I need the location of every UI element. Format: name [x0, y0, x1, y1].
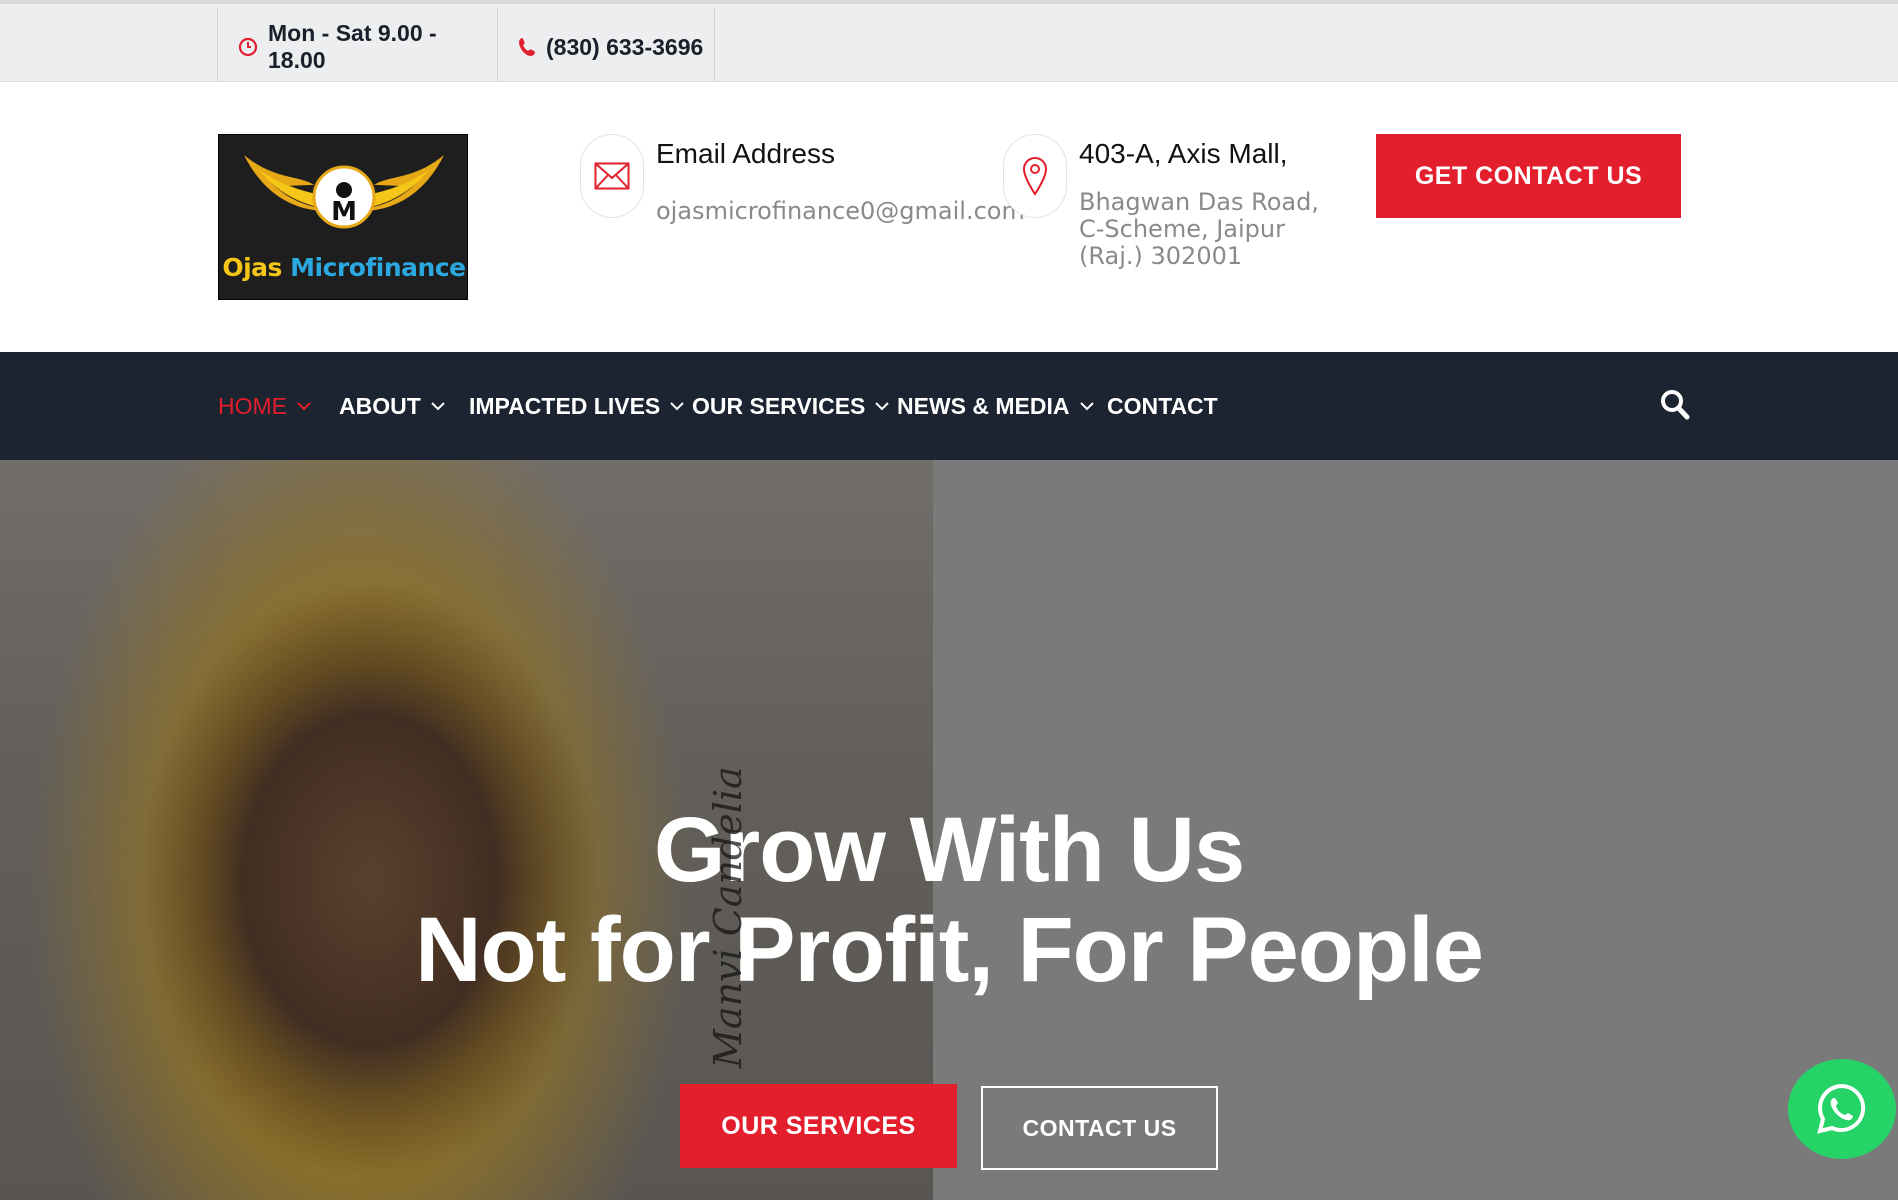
phone-icon	[519, 38, 535, 56]
whatsapp-icon	[1817, 1083, 1866, 1134]
get-contact-button[interactable]: GET CONTACT US	[1376, 134, 1681, 218]
main-nav: HOME ABOUT IMPACTED LIVES OUR SERVICES N…	[0, 352, 1898, 460]
logo-word-microfinance: Microfinance	[290, 253, 466, 282]
address-line-2: C-Scheme, Jaipur	[1079, 215, 1285, 243]
site-logo[interactable]: M Ojas Microfinance	[218, 134, 468, 300]
nav-item-label: HOME	[218, 392, 287, 419]
logo-word-ojas: Ojas	[222, 253, 282, 282]
contact-us-button[interactable]: CONTACT US	[981, 1086, 1218, 1170]
hero-heading-line-2: Not for Profit, For People	[415, 899, 1484, 1001]
logo-wordmark: Ojas Microfinance	[219, 253, 469, 282]
wings-logo-graphic: M	[244, 155, 444, 229]
chevron-down-icon	[297, 401, 311, 410]
phone-number[interactable]: (830) 633-3696	[497, 8, 715, 86]
our-services-button[interactable]: OUR SERVICES	[680, 1084, 957, 1168]
chevron-down-icon	[670, 401, 684, 410]
business-hours: Mon - Sat 9.00 - 18.00	[217, 8, 498, 86]
chevron-down-icon	[875, 401, 890, 410]
chevron-down-icon	[1079, 401, 1094, 410]
nav-item-home[interactable]: HOME	[218, 352, 311, 460]
nav-item-label: ABOUT	[339, 392, 421, 419]
email-title: Email Address	[656, 138, 835, 169]
nav-item-label: IMPACTED LIVES	[469, 392, 661, 419]
email-address[interactable]: ojasmicrofinance0@gmail.com	[656, 198, 1025, 225]
photographer-signature: Manvi Candelia	[706, 766, 750, 1068]
hours-text: Mon - Sat 9.00 - 18.00	[268, 20, 437, 73]
clock-icon	[238, 37, 258, 57]
address-line-3: (Raj.) 302001	[1079, 242, 1243, 270]
map-pin-icon-badge	[1003, 134, 1067, 218]
nav-item-label: OUR SERVICES	[692, 392, 866, 419]
hero-banner: Grow With Us Not for Profit, For People …	[0, 460, 1898, 1200]
chevron-down-icon	[431, 401, 445, 410]
nav-item-label: CONTACT	[1107, 392, 1218, 419]
map-pin-icon	[1022, 157, 1048, 196]
nav-item-our-services[interactable]: OUR SERVICES	[692, 352, 890, 460]
nav-item-impacted-lives[interactable]: IMPACTED LIVES	[469, 352, 684, 460]
top-bar: Mon - Sat 9.00 - 18.00 (830) 633-3696	[0, 0, 1898, 86]
nav-item-news-media[interactable]: NEWS & MEDIA	[897, 352, 1094, 460]
nav-item-about[interactable]: ABOUT	[339, 352, 445, 460]
nav-item-contact[interactable]: CONTACT	[1107, 352, 1218, 460]
logo-monogram: M	[331, 197, 357, 227]
envelope-icon-badge	[580, 134, 644, 218]
address-line-1: Bhagwan Das Road,	[1079, 188, 1319, 216]
whatsapp-button[interactable]	[1788, 1059, 1896, 1159]
nav-item-label: NEWS & MEDIA	[897, 392, 1070, 419]
hero-heading-line-1: Grow With Us	[653, 799, 1245, 901]
search-icon[interactable]	[1660, 388, 1690, 422]
envelope-icon	[594, 162, 630, 190]
address-title: 403-A, Axis Mall,	[1079, 138, 1288, 169]
phone-text[interactable]: (830) 633-3696	[546, 34, 703, 61]
site-header: M Ojas Microfinance Email Address ojasmi…	[0, 82, 1898, 352]
